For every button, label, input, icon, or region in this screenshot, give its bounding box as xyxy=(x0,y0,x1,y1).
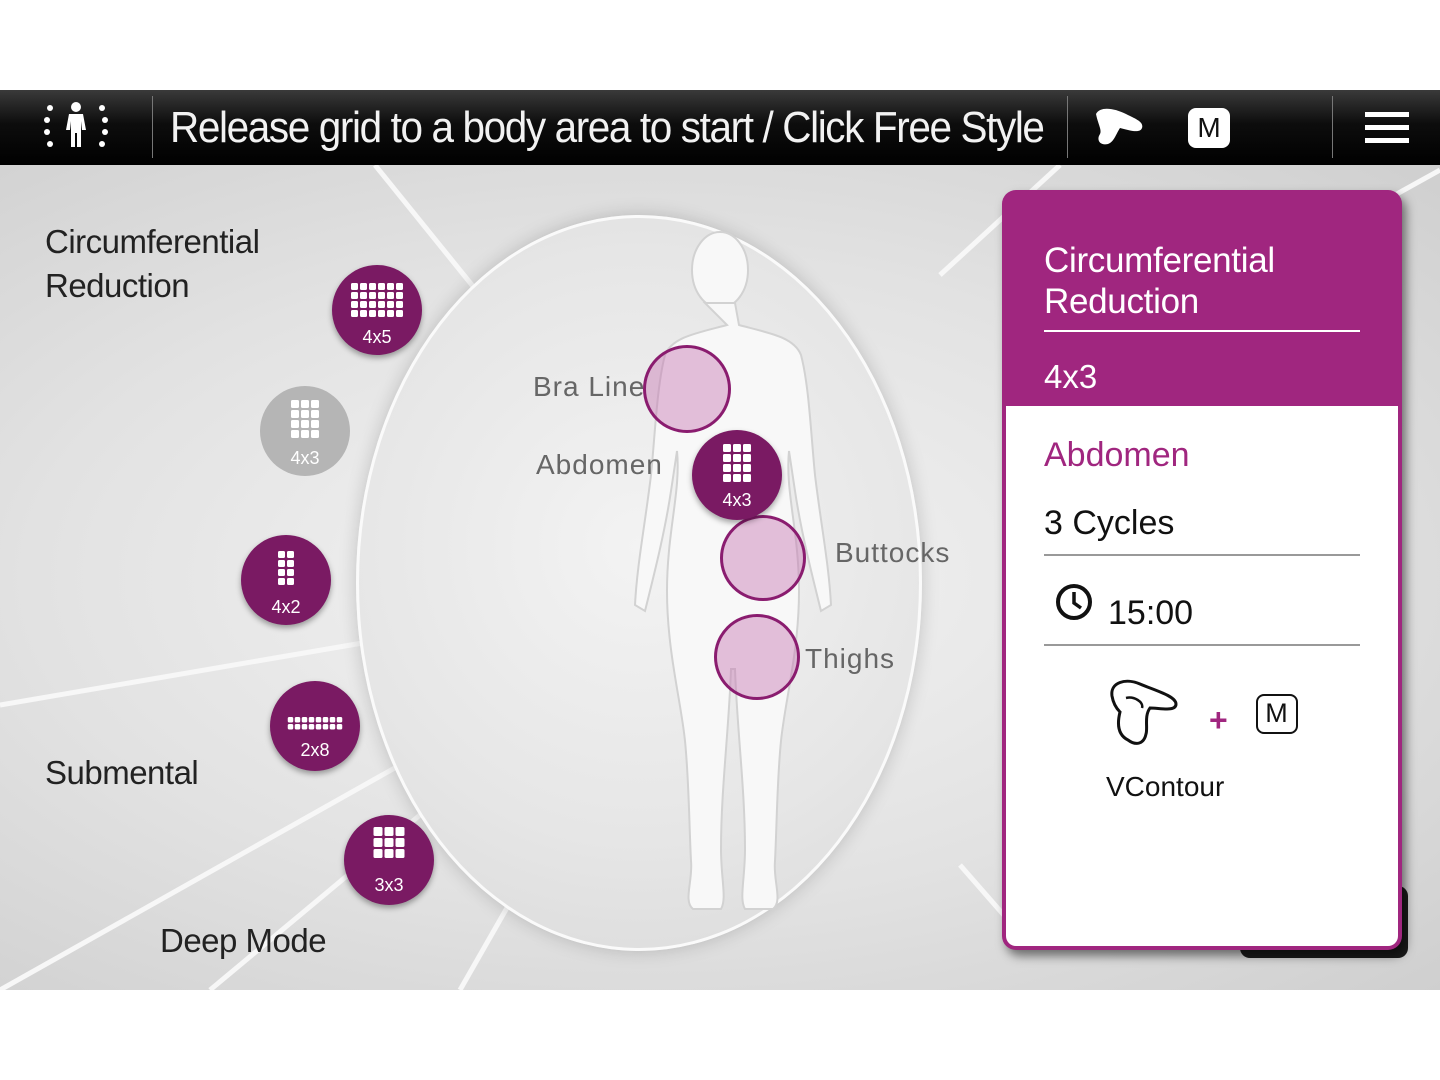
grid-4x2-label: 4x2 xyxy=(271,597,301,617)
panel-divider xyxy=(1044,644,1360,646)
label-thighs[interactable]: Thighs xyxy=(805,643,895,675)
panel-details: Abdomen 3 Cycles 15:00 + M VContour xyxy=(1006,406,1398,946)
instruction-title: Release grid to a body area to start / C… xyxy=(170,103,1045,152)
applicator-icon xyxy=(1106,676,1186,757)
mode-m-icon[interactable]: M xyxy=(1188,108,1230,148)
treatment-summary-panel: Circumferential Reduction 4x3 Abdomen 3 … xyxy=(1002,190,1402,950)
top-bar: Release grid to a body area to start / C… xyxy=(0,90,1440,165)
panel-body-area: Abdomen xyxy=(1044,436,1190,474)
hamburger-menu-icon[interactable] xyxy=(1365,110,1409,146)
grid-2x8-label: 2x8 xyxy=(300,740,330,760)
placed-grid-label: 4x3 xyxy=(722,490,752,510)
panel-divider xyxy=(1044,554,1360,556)
grid-4x5-label: 4x5 xyxy=(362,327,392,347)
mode-m-letter: M xyxy=(1265,698,1288,728)
zone-buttocks[interactable] xyxy=(720,515,806,601)
mode-m-letter: M xyxy=(1197,112,1221,143)
topbar-divider xyxy=(1067,96,1068,158)
panel-grid-size: 4x3 xyxy=(1044,358,1098,395)
label-bra-line[interactable]: Bra Line xyxy=(533,371,645,403)
topbar-divider xyxy=(1332,96,1333,158)
plus-sign: + xyxy=(1209,702,1228,738)
section-circumferential-reduction: Circumferential Reduction xyxy=(45,223,260,304)
placed-grid-abdomen[interactable]: 4x3 xyxy=(692,430,782,520)
panel-divider xyxy=(1044,330,1360,332)
grid-2x8-button[interactable]: 2x8 xyxy=(270,681,360,771)
grid-4x5-button[interactable]: 4x5 xyxy=(332,265,422,355)
topbar-divider xyxy=(152,96,153,158)
grid-3x3-label: 3x3 xyxy=(374,875,404,895)
body-silhouette xyxy=(633,231,833,910)
section-deep-mode: Deep Mode xyxy=(160,922,327,959)
body-grid-icon[interactable] xyxy=(40,98,112,158)
panel-title: Circumferential Reduction xyxy=(1044,241,1275,321)
zone-thighs[interactable] xyxy=(714,614,800,700)
mode-m-icon: M xyxy=(1256,694,1298,734)
grid-4x2-button[interactable]: 4x2 xyxy=(241,535,331,625)
panel-timer: 15:00 xyxy=(1108,594,1194,632)
clock-icon xyxy=(1054,582,1094,627)
applicator-name: VContour xyxy=(1106,771,1225,802)
label-buttocks[interactable]: Buttocks xyxy=(835,537,950,569)
grid-3x3-button[interactable]: 3x3 xyxy=(344,815,434,905)
zone-bra-line[interactable] xyxy=(643,345,731,433)
panel-cycles: 3 Cycles xyxy=(1044,504,1175,542)
section-submental: Submental xyxy=(45,754,199,791)
label-abdomen[interactable]: Abdomen xyxy=(536,449,663,481)
grid-4x3-label: 4x3 xyxy=(290,448,320,468)
applicator-icon[interactable] xyxy=(1092,104,1148,150)
grid-4x3-button[interactable]: 4x3 xyxy=(260,386,350,476)
